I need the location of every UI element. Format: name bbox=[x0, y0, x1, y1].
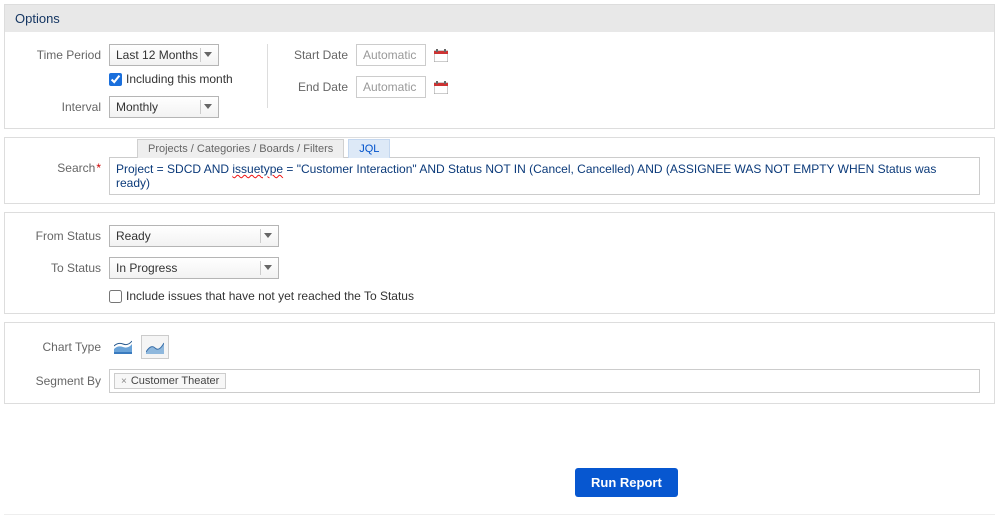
segment-by-label: Segment By bbox=[19, 374, 109, 388]
divider bbox=[267, 44, 268, 108]
run-report-button[interactable]: Run Report bbox=[575, 468, 678, 497]
chart-type-area-button[interactable] bbox=[141, 335, 169, 359]
to-status-select[interactable]: In Progress bbox=[109, 257, 279, 279]
tab-projects[interactable]: Projects / Categories / Boards / Filters bbox=[137, 139, 344, 158]
segment-tag-label: Customer Theater bbox=[131, 375, 219, 387]
chart-type-stacked-button[interactable] bbox=[109, 335, 137, 359]
include-not-reached-toggle[interactable]: Include issues that have not yet reached… bbox=[109, 289, 414, 303]
including-this-month-label: Including this month bbox=[126, 72, 233, 86]
including-this-month-checkbox[interactable] bbox=[109, 73, 122, 86]
chevron-down-icon bbox=[260, 261, 274, 275]
to-status-label: To Status bbox=[19, 261, 109, 275]
panel-title: Options bbox=[5, 5, 994, 32]
tab-jql[interactable]: JQL bbox=[348, 139, 390, 158]
search-tabs: Projects / Categories / Boards / Filters… bbox=[137, 138, 980, 157]
chart-type-label: Chart Type bbox=[19, 340, 109, 354]
search-panel: Projects / Categories / Boards / Filters… bbox=[4, 137, 995, 204]
interval-value: Monthly bbox=[116, 100, 158, 114]
options-panel: Options Time Period Last 12 Months bbox=[4, 4, 995, 129]
chart-panel: Chart Type Segment By × Custo bbox=[4, 322, 995, 404]
end-date-input[interactable]: Automatic bbox=[356, 76, 426, 98]
from-status-label: From Status bbox=[19, 229, 109, 243]
start-date-input[interactable]: Automatic bbox=[356, 44, 426, 66]
time-period-select[interactable]: Last 12 Months bbox=[109, 44, 219, 66]
interval-select[interactable]: Monthly bbox=[109, 96, 219, 118]
calendar-icon[interactable] bbox=[434, 81, 448, 94]
end-date-label: End Date bbox=[286, 80, 356, 94]
start-date-label: Start Date bbox=[286, 48, 356, 62]
including-this-month-toggle[interactable]: Including this month bbox=[109, 72, 233, 86]
include-not-reached-label: Include issues that have not yet reached… bbox=[126, 289, 414, 303]
time-period-label: Time Period bbox=[19, 48, 109, 62]
from-status-value: Ready bbox=[116, 229, 151, 243]
chevron-down-icon bbox=[260, 229, 274, 243]
jql-input[interactable]: Project = SDCD AND issuetype = "Customer… bbox=[109, 157, 980, 195]
to-status-value: In Progress bbox=[116, 261, 177, 275]
time-period-value: Last 12 Months bbox=[116, 48, 198, 62]
chevron-down-icon bbox=[200, 48, 214, 62]
include-not-reached-checkbox[interactable] bbox=[109, 290, 122, 303]
from-status-select[interactable]: Ready bbox=[109, 225, 279, 247]
segment-by-input[interactable]: × Customer Theater bbox=[109, 369, 980, 393]
chevron-down-icon bbox=[200, 100, 214, 114]
segment-tag[interactable]: × Customer Theater bbox=[114, 373, 226, 389]
search-label: Search bbox=[19, 157, 109, 175]
status-panel: From Status Ready To Status In Progress … bbox=[4, 212, 995, 314]
close-icon[interactable]: × bbox=[121, 376, 127, 387]
interval-label: Interval bbox=[19, 100, 109, 114]
calendar-icon[interactable] bbox=[434, 49, 448, 62]
